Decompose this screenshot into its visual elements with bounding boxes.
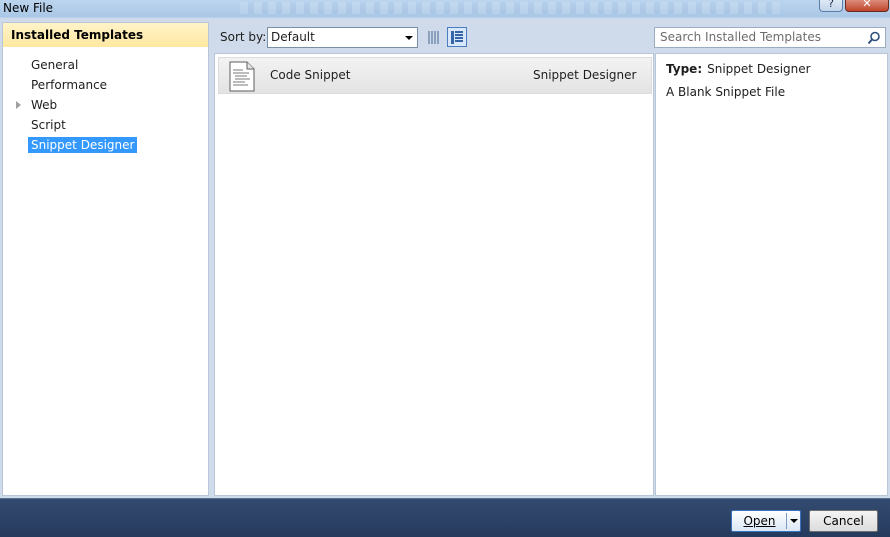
title-bar: New File ? ✕ <box>0 0 890 17</box>
type-value: Snippet Designer <box>707 62 811 76</box>
template-type: Snippet Designer <box>533 68 637 82</box>
sort-by-label: Sort by: <box>220 30 267 44</box>
open-button-label[interactable]: Open <box>732 511 787 531</box>
category-item-snippet-designer[interactable]: Snippet Designer <box>3 135 208 155</box>
open-dropdown-arrow-icon[interactable] <box>790 519 798 523</box>
category-label: General <box>31 58 79 72</box>
templates-list-panel: Code Snippet Snippet Designer <box>214 53 654 496</box>
search-placeholder: Search Installed Templates <box>660 30 821 44</box>
template-details-panel: Type: Snippet Designer A Blank Snippet Fi… <box>655 53 888 496</box>
templates-toolbar: Sort by: Default Search Installed Templa… <box>211 22 888 52</box>
sort-by-dropdown[interactable]: Default <box>267 27 418 48</box>
window-title: New File <box>3 1 54 15</box>
dialog-body: Installed Templates General Performance … <box>0 18 890 498</box>
category-item-general[interactable]: General <box>3 55 208 75</box>
title-watermark <box>240 2 780 14</box>
category-label: Performance <box>31 78 108 92</box>
list-view-icon <box>451 31 463 44</box>
installed-templates-header: Installed Templates <box>3 23 208 47</box>
category-item-script[interactable]: Script <box>3 115 208 135</box>
open-button[interactable]: Open <box>731 510 801 532</box>
list-view-button[interactable] <box>447 27 467 47</box>
template-name: Code Snippet <box>270 68 351 82</box>
sort-by-value: Default <box>271 30 315 44</box>
category-item-performance[interactable]: Performance <box>3 75 208 95</box>
template-description: A Blank Snippet File <box>666 85 786 99</box>
close-button[interactable]: ✕ <box>845 0 889 12</box>
help-button[interactable]: ? <box>819 0 843 12</box>
category-label: Web <box>31 98 58 112</box>
split-divider <box>786 513 787 529</box>
template-type-info: Type: Snippet Designer <box>666 62 811 76</box>
category-tree: General Performance Web Script Snippet D… <box>3 47 208 155</box>
document-icon <box>229 61 255 92</box>
category-label: Snippet Designer <box>28 137 138 153</box>
category-label: Script <box>31 118 66 132</box>
template-item-code-snippet[interactable]: Code Snippet Snippet Designer <box>218 57 652 94</box>
expand-arrow-icon[interactable] <box>16 101 21 109</box>
dropdown-arrow-icon <box>405 36 413 40</box>
small-icons-view-icon <box>428 31 439 44</box>
cancel-button[interactable]: Cancel <box>809 510 878 532</box>
category-item-web[interactable]: Web <box>3 95 208 115</box>
template-categories-panel: Installed Templates General Performance … <box>2 22 209 496</box>
small-icons-view-button[interactable] <box>424 27 444 47</box>
search-icon[interactable] <box>867 31 881 45</box>
dialog-footer: Open Cancel <box>0 498 890 537</box>
type-label: Type: <box>666 62 703 76</box>
search-templates-input[interactable]: Search Installed Templates <box>654 27 886 48</box>
